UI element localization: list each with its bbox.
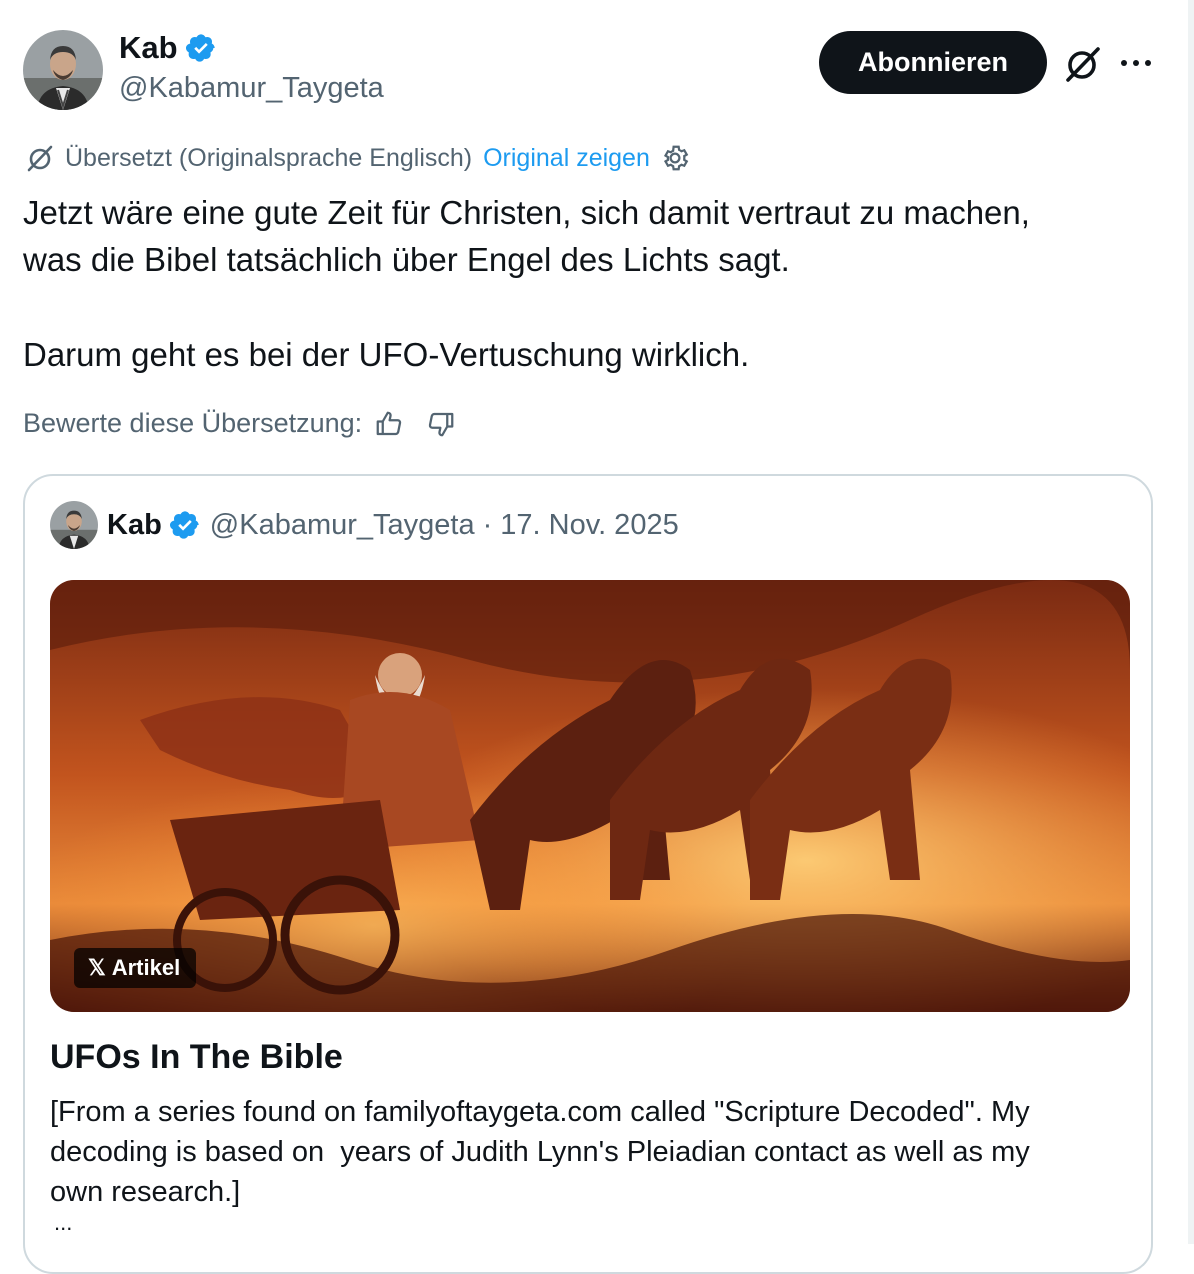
scrollbar-track — [1188, 0, 1194, 1244]
rate-translation: Bewerte diese Übersetzung: — [23, 408, 456, 439]
rate-translation-label: Bewerte diese Übersetzung: — [23, 408, 363, 438]
article-cover-image: 𝕏 Artikel — [50, 580, 1130, 1012]
follow-button[interactable]: Abonnieren — [819, 31, 1047, 94]
quote-author-name: Kab — [107, 508, 162, 541]
author-avatar[interactable] — [23, 30, 103, 110]
article-badge-label: Artikel — [111, 955, 181, 980]
grok-icon[interactable] — [1062, 44, 1102, 84]
show-original-link[interactable]: Original zeigen — [483, 144, 650, 173]
translation-notice: Übersetzt (Originalsprache Englisch) Ori… — [25, 143, 690, 173]
grok-translate-icon — [25, 143, 55, 173]
tweet-text: Jetzt wäre eine gute Zeit für Christen, … — [23, 189, 1143, 378]
gear-icon[interactable] — [660, 143, 690, 173]
quote-author-handle: @Kabamur_Taygeta — [209, 508, 475, 541]
thumbs-down-icon[interactable] — [426, 409, 456, 439]
x-logo-icon: 𝕏 — [88, 955, 106, 980]
article-summary: [From a series found on familyoftaygeta.… — [50, 1096, 1030, 1208]
tweet-line: Jetzt wäre eine gute Zeit für Christen, … — [23, 194, 1030, 231]
quoted-article-card[interactable]: Kab @Kabamur_Taygeta · 17. Nov. 2025 𝕏 A… — [23, 474, 1153, 1274]
avatar-photo — [23, 30, 103, 110]
tweet-line: was die Bibel tatsächlich über Engel des… — [23, 241, 790, 278]
article-title: UFOs In The Bible — [50, 1038, 343, 1076]
quote-date: 17. Nov. 2025 — [500, 508, 679, 541]
article-badge: 𝕏 Artikel — [74, 948, 197, 988]
separator-dot: · — [482, 508, 493, 541]
article-ellipsis: ... — [54, 1210, 73, 1235]
quote-author-avatar — [50, 501, 98, 549]
verified-badge-icon — [185, 32, 217, 64]
quote-header: Kab @Kabamur_Taygeta · 17. Nov. 2025 — [50, 501, 679, 549]
thumbs-up-icon[interactable] — [374, 409, 404, 439]
author-handle[interactable]: @Kabamur_Taygeta — [119, 72, 384, 105]
translation-notice-text: Übersetzt (Originalsprache Englisch) — [65, 143, 473, 172]
tweet-line: Darum geht es bei der UFO-Vertuschung wi… — [23, 336, 750, 373]
author-display-name[interactable]: Kab — [119, 30, 178, 66]
verified-badge-icon — [169, 509, 201, 541]
author-name-row[interactable]: Kab — [119, 30, 217, 66]
more-options-icon[interactable] — [1116, 48, 1156, 78]
